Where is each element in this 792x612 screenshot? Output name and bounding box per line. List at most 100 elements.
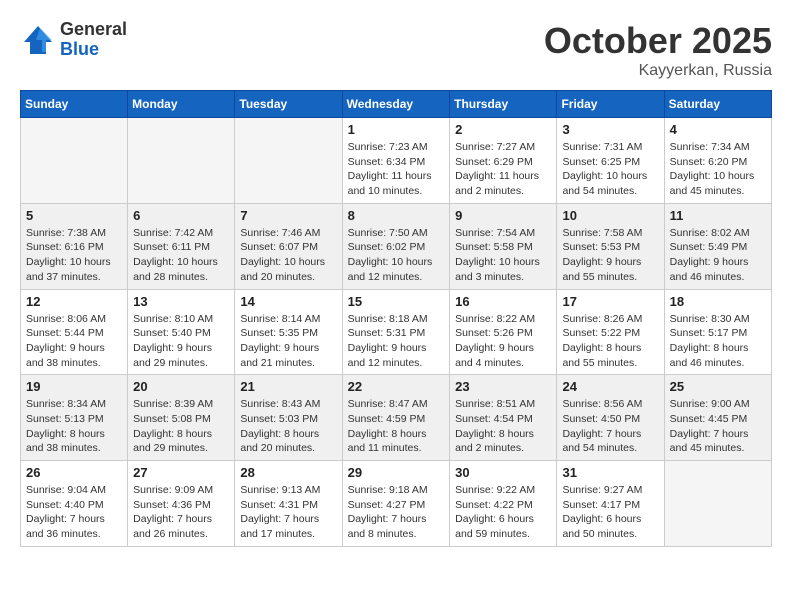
day-number: 7 — [240, 208, 336, 223]
table-row: 17 Sunrise: 8:26 AM Sunset: 5:22 PM Dayli… — [557, 289, 664, 375]
day-number: 22 — [348, 379, 445, 394]
col-wednesday: Wednesday — [342, 91, 450, 118]
day-number: 8 — [348, 208, 445, 223]
col-saturday: Saturday — [664, 91, 771, 118]
month-title: October 2025 — [544, 20, 772, 62]
day-number: 19 — [26, 379, 122, 394]
table-row: 25 Sunrise: 9:00 AM Sunset: 4:45 PM Dayli… — [664, 375, 771, 461]
day-number: 25 — [670, 379, 766, 394]
day-info: Sunrise: 7:38 AM Sunset: 6:16 PM Dayligh… — [26, 226, 122, 285]
day-info: Sunrise: 9:09 AM Sunset: 4:36 PM Dayligh… — [133, 483, 229, 542]
day-info: Sunrise: 8:47 AM Sunset: 4:59 PM Dayligh… — [348, 397, 445, 456]
day-info: Sunrise: 8:18 AM Sunset: 5:31 PM Dayligh… — [348, 312, 445, 371]
day-info: Sunrise: 8:43 AM Sunset: 5:03 PM Dayligh… — [240, 397, 336, 456]
day-number: 20 — [133, 379, 229, 394]
day-number: 26 — [26, 465, 122, 480]
table-row: 30Sunrise: 9:22 AM Sunset: 4:22 PM Dayli… — [450, 461, 557, 547]
logo-text: General Blue — [60, 20, 127, 60]
table-row: 18 Sunrise: 8:30 AM Sunset: 5:17 PM Dayli… — [664, 289, 771, 375]
day-number: 31 — [562, 465, 658, 480]
day-info: Sunrise: 8:34 AM Sunset: 5:13 PM Dayligh… — [26, 397, 122, 456]
table-row: 7Sunrise: 7:46 AM Sunset: 6:07 PM Daylig… — [235, 203, 342, 289]
day-info: Sunrise: 7:54 AM Sunset: 5:58 PM Dayligh… — [455, 226, 551, 285]
table-row: 14Sunrise: 8:14 AM Sunset: 5:35 PM Dayli… — [235, 289, 342, 375]
day-number: 4 — [670, 122, 766, 137]
logo-general-text: General — [60, 20, 127, 40]
day-number: 14 — [240, 294, 336, 309]
table-row: 3 Sunrise: 7:31 AM Sunset: 6:25 PM Daylig… — [557, 118, 664, 204]
logo-blue-text: Blue — [60, 40, 127, 60]
day-number: 5 — [26, 208, 122, 223]
day-info: Sunrise: 8:26 AM Sunset: 5:22 PM Dayligh… — [562, 312, 658, 371]
table-row — [21, 118, 128, 204]
table-row: 1Sunrise: 7:23 AM Sunset: 6:34 PM Daylig… — [342, 118, 450, 204]
day-info: Sunrise: 7:34 AM Sunset: 6:20 PM Dayligh… — [670, 140, 766, 199]
day-info: Sunrise: 8:39 AM Sunset: 5:08 PM Dayligh… — [133, 397, 229, 456]
day-number: 6 — [133, 208, 229, 223]
day-number: 18 — [670, 294, 766, 309]
logo: General Blue — [20, 20, 127, 60]
table-row — [235, 118, 342, 204]
day-info: Sunrise: 8:56 AM Sunset: 4:50 PM Dayligh… — [562, 397, 658, 456]
day-number: 13 — [133, 294, 229, 309]
table-row: 28 Sunrise: 9:13 AM Sunset: 4:31 PM Dayli… — [235, 461, 342, 547]
table-row: 9Sunrise: 7:54 AM Sunset: 5:58 PM Daylig… — [450, 203, 557, 289]
table-row — [664, 461, 771, 547]
calendar-week-row: 5 Sunrise: 7:38 AM Sunset: 6:16 PM Daylig… — [21, 203, 772, 289]
title-block: October 2025 Kayyerkan, Russia — [544, 20, 772, 80]
page-header: General Blue October 2025 Kayyerkan, Rus… — [20, 20, 772, 80]
day-number: 2 — [455, 122, 551, 137]
day-number: 17 — [562, 294, 658, 309]
table-row: 24 Sunrise: 8:56 AM Sunset: 4:50 PM Dayli… — [557, 375, 664, 461]
col-sunday: Sunday — [21, 91, 128, 118]
table-row: 21 Sunrise: 8:43 AM Sunset: 5:03 PM Dayli… — [235, 375, 342, 461]
day-number: 10 — [562, 208, 658, 223]
day-number: 21 — [240, 379, 336, 394]
col-tuesday: Tuesday — [235, 91, 342, 118]
logo-icon — [20, 22, 56, 58]
day-info: Sunrise: 7:31 AM Sunset: 6:25 PM Dayligh… — [562, 140, 658, 199]
day-number: 24 — [562, 379, 658, 394]
day-number: 3 — [562, 122, 658, 137]
table-row: 22 Sunrise: 8:47 AM Sunset: 4:59 PM Dayli… — [342, 375, 450, 461]
col-friday: Friday — [557, 91, 664, 118]
col-monday: Monday — [128, 91, 235, 118]
table-row: 11Sunrise: 8:02 AM Sunset: 5:49 PM Dayli… — [664, 203, 771, 289]
day-info: Sunrise: 7:50 AM Sunset: 6:02 PM Dayligh… — [348, 226, 445, 285]
day-number: 16 — [455, 294, 551, 309]
day-number: 28 — [240, 465, 336, 480]
table-row: 19 Sunrise: 8:34 AM Sunset: 5:13 PM Dayli… — [21, 375, 128, 461]
location: Kayyerkan, Russia — [544, 62, 772, 80]
day-info: Sunrise: 8:06 AM Sunset: 5:44 PM Dayligh… — [26, 312, 122, 371]
table-row: 2 Sunrise: 7:27 AM Sunset: 6:29 PM Daylig… — [450, 118, 557, 204]
calendar-week-row: 26 Sunrise: 9:04 AM Sunset: 4:40 PM Dayli… — [21, 461, 772, 547]
day-number: 29 — [348, 465, 445, 480]
day-number: 27 — [133, 465, 229, 480]
table-row — [128, 118, 235, 204]
day-info: Sunrise: 8:30 AM Sunset: 5:17 PM Dayligh… — [670, 312, 766, 371]
day-info: Sunrise: 8:51 AM Sunset: 4:54 PM Dayligh… — [455, 397, 551, 456]
day-info: Sunrise: 8:02 AM Sunset: 5:49 PM Dayligh… — [670, 226, 766, 285]
table-row: 8 Sunrise: 7:50 AM Sunset: 6:02 PM Daylig… — [342, 203, 450, 289]
day-info: Sunrise: 7:27 AM Sunset: 6:29 PM Dayligh… — [455, 140, 551, 199]
table-row: 20 Sunrise: 8:39 AM Sunset: 5:08 PM Dayli… — [128, 375, 235, 461]
calendar-week-row: 12Sunrise: 8:06 AM Sunset: 5:44 PM Dayli… — [21, 289, 772, 375]
table-row: 13Sunrise: 8:10 AM Sunset: 5:40 PM Dayli… — [128, 289, 235, 375]
day-info: Sunrise: 9:13 AM Sunset: 4:31 PM Dayligh… — [240, 483, 336, 542]
table-row: 26 Sunrise: 9:04 AM Sunset: 4:40 PM Dayli… — [21, 461, 128, 547]
day-number: 15 — [348, 294, 445, 309]
day-info: Sunrise: 9:00 AM Sunset: 4:45 PM Dayligh… — [670, 397, 766, 456]
day-info: Sunrise: 9:04 AM Sunset: 4:40 PM Dayligh… — [26, 483, 122, 542]
table-row: 15 Sunrise: 8:18 AM Sunset: 5:31 PM Dayli… — [342, 289, 450, 375]
calendar-header-row: Sunday Monday Tuesday Wednesday Thursday… — [21, 91, 772, 118]
day-info: Sunrise: 7:23 AM Sunset: 6:34 PM Dayligh… — [348, 140, 445, 199]
table-row: 10 Sunrise: 7:58 AM Sunset: 5:53 PM Dayli… — [557, 203, 664, 289]
table-row: 16Sunrise: 8:22 AM Sunset: 5:26 PM Dayli… — [450, 289, 557, 375]
table-row: 23Sunrise: 8:51 AM Sunset: 4:54 PM Dayli… — [450, 375, 557, 461]
col-thursday: Thursday — [450, 91, 557, 118]
table-row: 29Sunrise: 9:18 AM Sunset: 4:27 PM Dayli… — [342, 461, 450, 547]
table-row: 5 Sunrise: 7:38 AM Sunset: 6:16 PM Daylig… — [21, 203, 128, 289]
day-info: Sunrise: 7:58 AM Sunset: 5:53 PM Dayligh… — [562, 226, 658, 285]
day-number: 30 — [455, 465, 551, 480]
table-row: 4 Sunrise: 7:34 AM Sunset: 6:20 PM Daylig… — [664, 118, 771, 204]
